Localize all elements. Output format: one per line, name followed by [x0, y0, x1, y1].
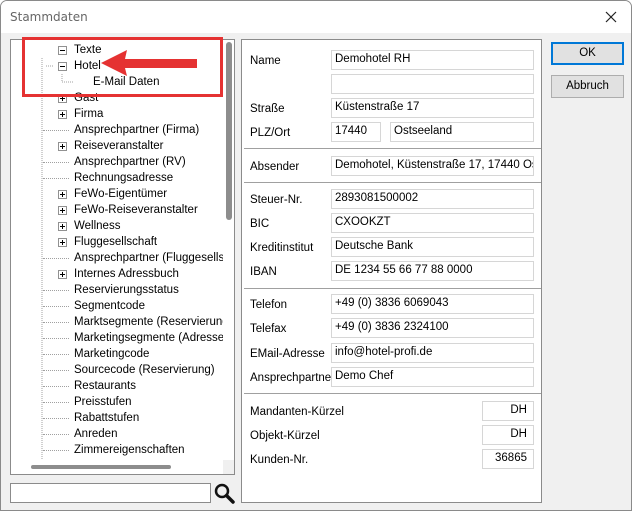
stammdaten-dialog: Stammdaten Texte Hotel E-Mail Daten Gast Fir… — [0, 0, 632, 511]
zip-field[interactable]: 17440 — [331, 122, 381, 142]
bank-field[interactable]: Deutsche Bank — [331, 237, 534, 257]
tree-item[interactable]: FeWo-Reiseveranstalter — [74, 202, 198, 218]
tree-connector — [43, 450, 69, 451]
divider — [244, 148, 541, 149]
tree-connector — [43, 162, 69, 163]
street-label: Straße — [250, 103, 285, 115]
client-short-field[interactable]: DH — [482, 401, 534, 421]
tree-item[interactable]: Restaurants — [74, 378, 136, 394]
tree-item[interactable]: Zimmereigenschaften — [74, 442, 185, 458]
sender-field[interactable]: Demohotel, Küstenstraße 17, 17440 Ostse — [331, 156, 534, 176]
tree-connector — [43, 370, 69, 371]
phone-field[interactable]: +49 (0) 3836 6069043 — [331, 294, 534, 314]
tree-item[interactable]: Ansprechpartner (Fluggesellsc — [74, 250, 230, 266]
hotel-data-form: Name Demohotel RH Straße Küstenstraße 17… — [241, 39, 542, 503]
expand-icon[interactable] — [58, 190, 67, 199]
tree-item[interactable]: Reservierungsstatus — [74, 282, 179, 298]
fax-field[interactable]: +49 (0) 3836 2324100 — [331, 318, 534, 338]
tree-item[interactable]: Rechnungsadresse — [74, 170, 173, 186]
tree-item[interactable]: Ansprechpartner (Firma) — [74, 122, 199, 138]
customer-number-field[interactable]: 36865 — [482, 449, 534, 469]
fax-label: Telefax — [250, 323, 287, 335]
divider — [244, 288, 541, 289]
object-short-label: Objekt-Kürzel — [250, 430, 320, 442]
client-short-label: Mandanten-Kürzel — [250, 406, 344, 418]
customer-number-label: Kunden-Nr. — [250, 454, 309, 466]
iban-field[interactable]: DE 1234 55 66 77 88 0000 — [331, 261, 534, 281]
tree-item[interactable]: Wellness — [74, 218, 120, 234]
city-field[interactable]: Ostseeland — [390, 122, 534, 142]
tax-number-field[interactable]: 2893081500002 — [331, 189, 534, 209]
street-field[interactable]: Küstenstraße 17 — [331, 98, 534, 118]
tree-item[interactable]: Anreden — [74, 426, 117, 442]
email-field[interactable]: info@hotel-profi.de — [331, 343, 534, 363]
tree-connector — [43, 322, 69, 323]
divider — [244, 182, 541, 183]
expand-icon[interactable] — [58, 238, 67, 247]
tree-connector — [43, 354, 69, 355]
bic-field[interactable]: CXOOKZT — [331, 213, 534, 233]
search-icon[interactable] — [213, 482, 235, 504]
name2-field[interactable] — [331, 74, 534, 94]
tree-vertical-scrollbar[interactable] — [223, 40, 234, 460]
tree-vertical-scrollbar-thumb[interactable] — [226, 42, 232, 220]
tree-item[interactable]: Ansprechpartner (RV) — [74, 154, 186, 170]
expand-icon[interactable] — [58, 142, 67, 151]
tree-item[interactable]: Marketingsegmente (Adresse) — [74, 330, 228, 346]
tree-connector — [43, 418, 69, 419]
tree-item[interactable]: Marketingcode — [74, 346, 149, 362]
tree-item[interactable]: Sourcecode (Reservierung) — [74, 362, 215, 378]
phone-label: Telefon — [250, 299, 288, 311]
tree-item[interactable]: Preisstufen — [74, 394, 132, 410]
tree-item[interactable]: Rabattstufen — [74, 410, 139, 426]
contact-label: Ansprechpartner — [250, 372, 336, 384]
tree-connector — [43, 290, 69, 291]
zip-city-label: PLZ/Ort — [250, 127, 291, 139]
name-label: Name — [250, 55, 281, 67]
tree-item[interactable]: FeWo-Eigentümer — [74, 186, 167, 202]
close-icon[interactable] — [601, 7, 621, 27]
contact-field[interactable]: Demo Chef — [331, 367, 534, 387]
expand-icon[interactable] — [58, 110, 67, 119]
tree-item[interactable]: Marktsegmente (Reservierung — [74, 314, 229, 330]
bank-label: Kreditinstitut — [250, 242, 314, 254]
object-short-field[interactable]: DH — [482, 425, 534, 445]
window-title: Stammdaten — [10, 10, 88, 24]
tree-horizontal-scrollbar-thumb[interactable] — [31, 465, 171, 469]
tree-connector — [43, 386, 69, 387]
tree-search-input[interactable] — [10, 483, 211, 503]
tree-item[interactable]: Segmentcode — [74, 298, 145, 314]
bic-label: BIC — [250, 218, 270, 230]
tree-item[interactable]: Reiseveranstalter — [74, 138, 163, 154]
tree-connector — [43, 178, 69, 179]
tree-item[interactable]: Fluggesellschaft — [74, 234, 157, 250]
tax-number-label: Steuer-Nr. — [250, 194, 303, 206]
sender-label: Absender — [250, 161, 300, 173]
iban-label: IBAN — [250, 266, 277, 278]
tree-connector — [43, 434, 69, 435]
tree-connector — [43, 258, 69, 259]
tree-connector — [43, 306, 69, 307]
category-tree[interactable]: Texte Hotel E-Mail Daten Gast Firma Ansprechp… — [10, 39, 235, 475]
expand-icon[interactable] — [58, 222, 67, 231]
divider — [244, 393, 541, 394]
expand-icon[interactable] — [58, 206, 67, 215]
tree-item[interactable]: Internes Adressbuch — [74, 266, 179, 282]
tree-connector — [43, 402, 69, 403]
name-field[interactable]: Demohotel RH — [331, 50, 534, 70]
email-label: EMail-Adresse — [250, 348, 325, 360]
title-bar: Stammdaten — [1, 1, 631, 33]
scrollbar-corner — [223, 460, 234, 474]
ok-button[interactable]: OK — [551, 42, 624, 65]
tree-connector — [43, 130, 69, 131]
expand-icon[interactable] — [58, 270, 67, 279]
red-arrow-icon — [101, 50, 197, 76]
cancel-button[interactable]: Abbruch — [551, 75, 624, 98]
tree-item[interactable]: Firma — [74, 106, 103, 122]
tree-horizontal-scrollbar[interactable] — [11, 460, 223, 474]
tree-connector — [43, 338, 69, 339]
